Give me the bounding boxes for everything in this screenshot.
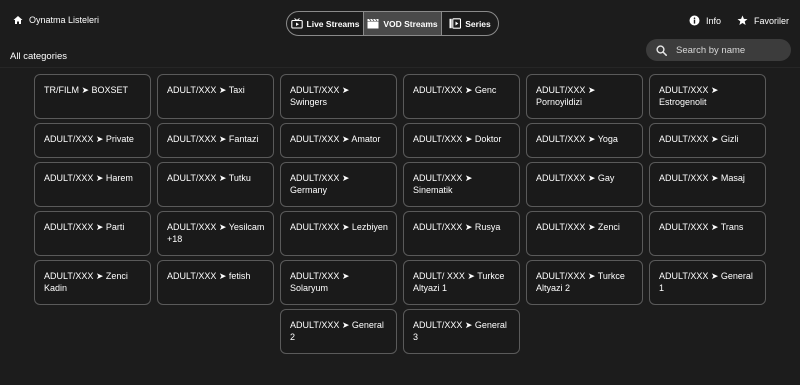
category-card[interactable]: ADULT/XXX ➤ Fantazi [157,123,274,158]
favorites-button[interactable]: Favoriler [737,15,789,26]
search-icon [656,44,667,56]
category-card[interactable]: ADULT/XXX ➤ Rusya [403,211,520,256]
star-icon [737,15,748,25]
category-card[interactable]: ADULT/XXX ➤ Tutku [157,162,274,207]
category-grid: TR/FILM ➤ BOXSET ADULT/XXX ➤ Taxi ADULT/… [34,74,767,354]
category-card[interactable]: ADULT/XXX ➤ Germany [280,162,397,207]
category-card[interactable]: ADULT/XXX ➤ Lezbiyen [280,211,397,256]
all-categories-label: All categories [10,51,68,62]
series-icon [449,18,462,29]
header-divider [0,67,800,68]
tab-vod-streams-label: VOD Streams [383,18,438,29]
category-card[interactable]: ADULT/XXX ➤ Solaryum [280,260,397,305]
category-card[interactable]: ADULT/XXX ➤ Amator [280,123,397,158]
category-card[interactable]: ADULT/XXX ➤ Taxi [157,74,274,119]
live-tv-icon [290,18,303,29]
category-card[interactable]: ADULT/XXX ➤ Zenci Kadin [34,260,151,305]
tab-series[interactable]: Series [442,12,498,35]
home-icon [13,16,23,24]
category-card[interactable]: ADULT/XXX ➤ General 1 [649,260,766,305]
category-card[interactable]: ADULT/XXX ➤ Yesilcam +18 [157,211,274,256]
category-card[interactable]: ADULT/XXX ➤ Gay [526,162,643,207]
category-card[interactable]: ADULT/XXX ➤ Harem [34,162,151,207]
category-card[interactable]: ADULT/XXX ➤ Private [34,123,151,158]
info-button[interactable]: Info [689,15,721,26]
movie-clapper-icon [367,18,379,29]
favorites-label: Favoriler [754,15,790,26]
playlists-label: Oynatma Listeleri [29,15,100,25]
category-card[interactable]: ADULT/XXX ➤ Estrogenolit [649,74,766,119]
category-card[interactable]: ADULT/XXX ➤ Doktor [403,123,520,158]
info-icon [689,15,700,26]
category-card[interactable]: TR/FILM ➤ BOXSET [34,74,151,119]
tab-live-streams-label: Live Streams [306,18,360,29]
search-input[interactable] [676,44,776,56]
category-card[interactable]: ADULT/XXX ➤ General 3 [403,309,520,354]
playlists-link[interactable]: Oynatma Listeleri [13,15,99,25]
category-card[interactable]: ADULT/XXX ➤ Swingers [280,74,397,119]
category-card[interactable]: ADULT/XXX ➤ fetish [157,260,274,305]
content-type-tabs: Live Streams VOD Streams Series [286,11,499,36]
category-card[interactable]: ADULT/XXX ➤ Zenci [526,211,643,256]
search-box[interactable] [646,39,791,61]
category-card[interactable]: ADULT/XXX ➤ Parti [34,211,151,256]
category-card[interactable]: ADULT/XXX ➤ Pornoyildizi [526,74,643,119]
tab-vod-streams[interactable]: VOD Streams [364,12,442,35]
category-card[interactable]: ADULT/XXX ➤ Turkce Altyazi 2 [526,260,643,305]
info-label: Info [706,15,722,26]
tab-series-label: Series [465,18,491,29]
tab-live-streams[interactable]: Live Streams [287,12,364,35]
grid-spacer [34,309,151,354]
category-card[interactable]: ADULT/ XXX ➤ Turkce Altyazi 1 [403,260,520,305]
grid-spacer [157,309,274,354]
category-card[interactable]: ADULT/XXX ➤ Masaj [649,162,766,207]
category-card[interactable]: ADULT/XXX ➤ Sinematik [403,162,520,207]
category-card[interactable]: ADULT/XXX ➤ Genc [403,74,520,119]
category-card[interactable]: ADULT/XXX ➤ Yoga [526,123,643,158]
category-card[interactable]: ADULT/XXX ➤ Gizli [649,123,766,158]
category-card[interactable]: ADULT/XXX ➤ Trans [649,211,766,256]
category-card[interactable]: ADULT/XXX ➤ General 2 [280,309,397,354]
